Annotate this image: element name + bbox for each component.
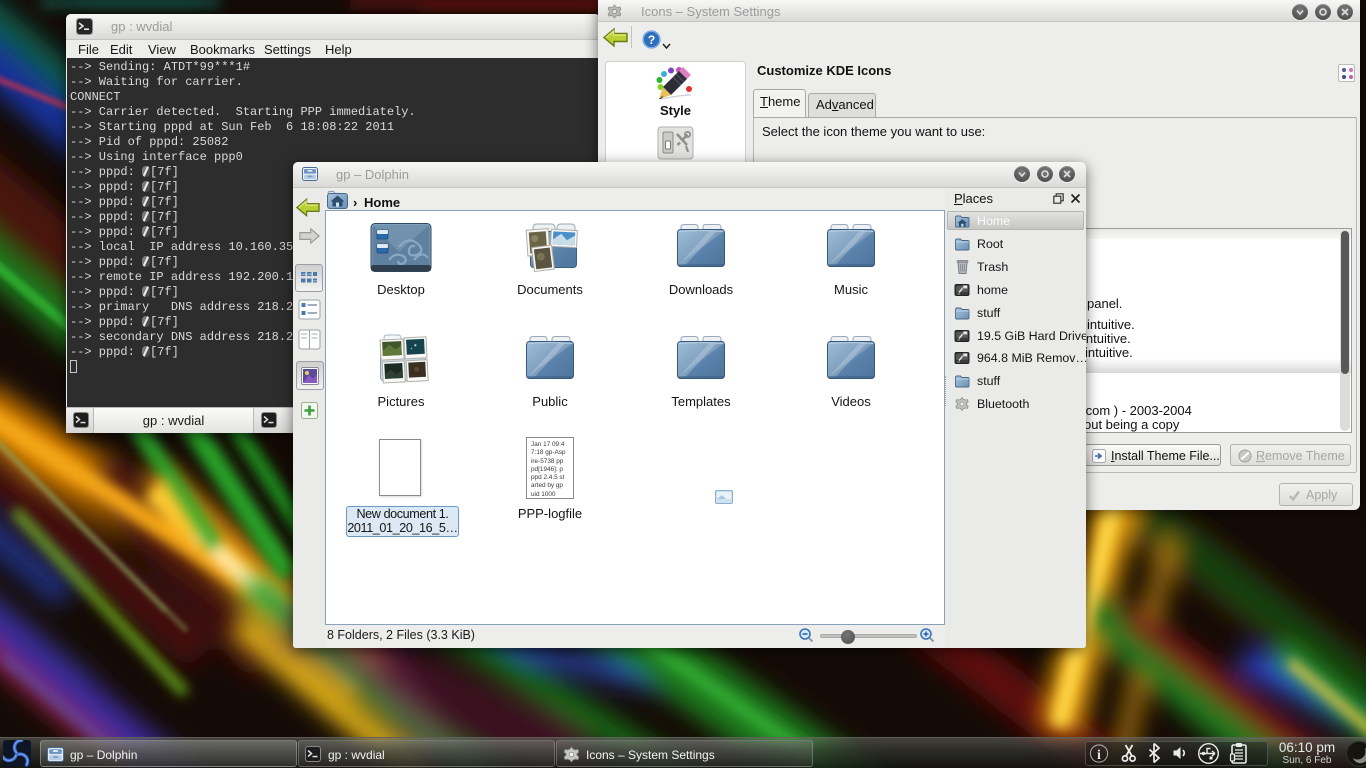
svg-text:i: i: [1097, 748, 1101, 763]
svg-text:?: ?: [648, 33, 655, 47]
